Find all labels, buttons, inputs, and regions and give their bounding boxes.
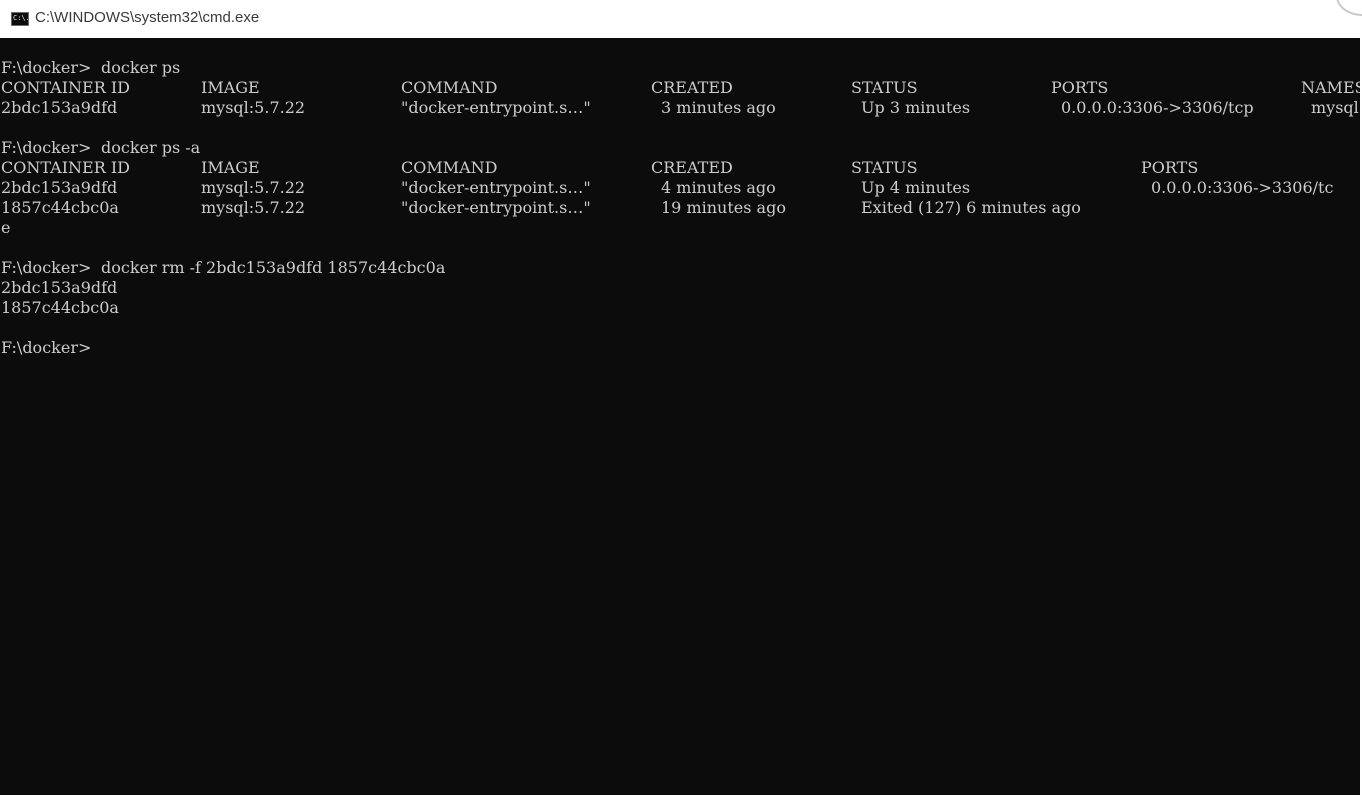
column-header-ports: PORTS [1051,78,1109,97]
container-id: 2bdc153a9dfd [1,178,118,197]
column-header-created: CREATED [651,158,733,177]
container-image: mysql:5.7.22 [201,98,306,117]
container-status: Exited (127) 6 minutes ago [861,198,1081,217]
prompt: F:\docker> [1,58,92,77]
command-docker-rm: docker rm -f 2bdc153a9dfd 1857c44cbc0a [101,258,446,277]
container-status: Up 4 minutes [861,178,971,197]
container-ports: 0.0.0.0:3306->3306/tcp [1061,98,1254,117]
column-header-container-id: CONTAINER ID [1,78,130,97]
column-header-command: COMMAND [401,158,498,177]
container-name: mysql [1311,98,1359,117]
column-header-image: IMAGE [201,78,260,97]
container-image: mysql:5.7.22 [201,198,306,217]
column-header-created: CREATED [651,78,733,97]
column-header-container-id: CONTAINER ID [1,158,130,177]
current-prompt[interactable]: F:\docker> [1,338,91,358]
container-command: "docker-entrypoint.s…" [401,98,591,117]
prompt: F:\docker> [1,258,92,277]
window-corner-decoration [1336,0,1362,16]
command-docker-ps: docker ps [101,58,181,77]
column-header-command: COMMAND [401,78,498,97]
column-header-image: IMAGE [201,158,260,177]
column-header-ports: PORTS [1141,158,1199,177]
column-header-status: STATUS [851,78,918,97]
container-created: 3 minutes ago [661,98,776,117]
container-command: "docker-entrypoint.s…" [401,198,591,217]
title-bar[interactable]: C:\. C:\WINDOWS\system32\cmd.exe [0,0,1362,38]
column-header-status: STATUS [851,158,918,177]
window-title: C:\WINDOWS\system32\cmd.exe [35,9,260,26]
rm-output-line: 2bdc153a9dfd [1,278,118,297]
container-image: mysql:5.7.22 [201,178,306,197]
wrapped-text: e [1,218,11,237]
container-command: "docker-entrypoint.s…" [401,178,591,197]
cmd-app-icon: C:\. [11,12,29,26]
cmd-window: C:\. C:\WINDOWS\system32\cmd.exe F:\dock… [0,0,1362,797]
rm-output-line: 1857c44cbc0a [1,298,119,317]
container-id: 1857c44cbc0a [1,198,119,217]
container-id: 2bdc153a9dfd [1,98,118,117]
prompt: F:\docker> [1,138,92,157]
console-area[interactable]: F:\docker> docker ps CONTAINER ID IMAGE … [0,38,1360,795]
container-ports: 0.0.0.0:3306->3306/tc [1151,178,1334,197]
container-status: Up 3 minutes [861,98,971,117]
container-created: 19 minutes ago [661,198,786,217]
command-docker-ps-a: docker ps -a [101,138,201,157]
container-created: 4 minutes ago [661,178,776,197]
column-header-names: NAMES [1301,78,1360,97]
